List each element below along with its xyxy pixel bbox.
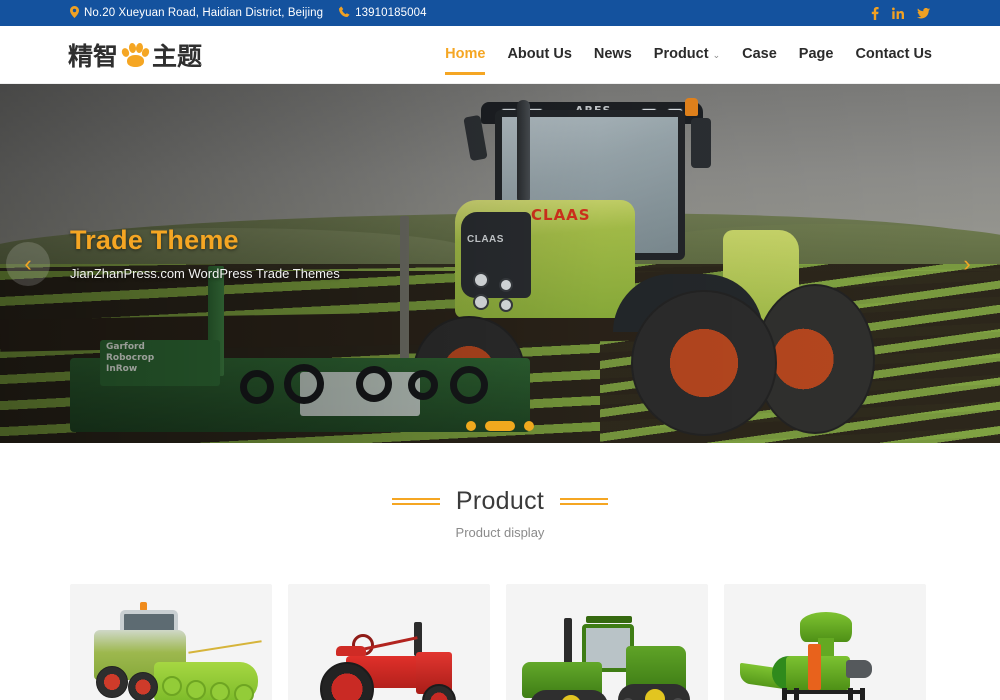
nav-label: News bbox=[593, 46, 632, 63]
nav-item-page[interactable]: Page bbox=[788, 47, 845, 62]
section-header: Product Product display bbox=[0, 487, 1000, 540]
nav-label: Contact Us bbox=[855, 46, 932, 63]
nav-item-case[interactable]: Case bbox=[731, 47, 788, 62]
facebook-icon[interactable] bbox=[871, 6, 879, 20]
product-image-tracked-tractor bbox=[506, 584, 708, 700]
product-image-forage-harvester bbox=[70, 584, 272, 700]
site-header: 精智 主题 Home About Us News Product ⌄ Case bbox=[0, 26, 1000, 84]
carousel-dot[interactable] bbox=[466, 421, 476, 431]
product-image-grain-mill bbox=[724, 584, 926, 700]
nav-label: Case bbox=[742, 46, 777, 63]
logo-text-right: 主题 bbox=[152, 41, 203, 71]
product-card-tracked-tractor[interactable] bbox=[506, 584, 708, 700]
logo-text-left: 精智 bbox=[68, 41, 119, 71]
location-pin-icon bbox=[70, 5, 79, 21]
top-contact-group: No.20 Xueyuan Road, Haidian District, Be… bbox=[70, 5, 427, 21]
hero-title: Trade Theme bbox=[70, 225, 239, 255]
social-links bbox=[871, 6, 930, 20]
product-card-grain-mill[interactable] bbox=[724, 584, 926, 700]
chevron-left-icon: ‹ bbox=[24, 250, 32, 276]
address-text: No.20 Xueyuan Road, Haidian District, Be… bbox=[84, 7, 324, 19]
nav-item-news[interactable]: News bbox=[583, 47, 643, 62]
chevron-down-icon: ⌄ bbox=[712, 50, 721, 60]
decor-line-right bbox=[560, 497, 609, 507]
hero-subtitle: JianZhanPress.com WordPress Trade Themes bbox=[70, 265, 340, 281]
chevron-right-icon: › bbox=[963, 250, 971, 276]
address-item: No.20 Xueyuan Road, Haidian District, Be… bbox=[70, 5, 324, 21]
phone-item: 13910185004 bbox=[339, 6, 426, 20]
nav-item-about-us[interactable]: About Us bbox=[496, 47, 582, 62]
carousel-prev-button[interactable]: ‹ bbox=[6, 241, 50, 286]
site-logo[interactable]: 精智 主题 bbox=[68, 37, 202, 73]
nav-item-product[interactable]: Product ⌄ bbox=[643, 47, 731, 62]
nav-label: About Us bbox=[507, 46, 572, 63]
hero-caption: Trade Theme JianZhanPress.com WordPress … bbox=[70, 225, 340, 281]
product-card-red-tractor[interactable] bbox=[288, 584, 490, 700]
section-title: Product bbox=[455, 487, 545, 515]
section-subtitle: Product display bbox=[455, 525, 545, 540]
nav-item-home[interactable]: Home bbox=[434, 46, 496, 75]
nav-label: Home bbox=[445, 46, 486, 63]
carousel-indicators bbox=[466, 421, 534, 431]
carousel-dot-active[interactable] bbox=[485, 421, 515, 431]
nav-label: Page bbox=[798, 46, 834, 63]
active-underline bbox=[445, 71, 486, 75]
carousel-next-button[interactable]: › bbox=[952, 242, 982, 286]
product-section: Product Product display bbox=[0, 443, 1000, 700]
product-card-list bbox=[0, 540, 1000, 700]
main-navigation: Home About Us News Product ⌄ Case Page C… bbox=[434, 46, 932, 75]
paw-print-icon bbox=[120, 42, 151, 68]
nav-item-contact-us[interactable]: Contact Us bbox=[844, 47, 932, 62]
linkedin-icon[interactable] bbox=[892, 7, 904, 19]
decor-line-left bbox=[391, 497, 440, 507]
nav-label: Product bbox=[653, 46, 709, 63]
top-info-bar: No.20 Xueyuan Road, Haidian District, Be… bbox=[0, 0, 1000, 26]
product-card-forage-harvester[interactable] bbox=[70, 584, 272, 700]
twitter-icon[interactable] bbox=[917, 7, 930, 19]
hero-carousel[interactable]: ARES CLAAS CLAAS bbox=[0, 84, 1000, 443]
phone-icon bbox=[339, 6, 350, 20]
phone-text: 13910185004 bbox=[355, 7, 427, 19]
product-image-red-tractor bbox=[288, 584, 490, 700]
carousel-dot[interactable] bbox=[524, 421, 534, 431]
